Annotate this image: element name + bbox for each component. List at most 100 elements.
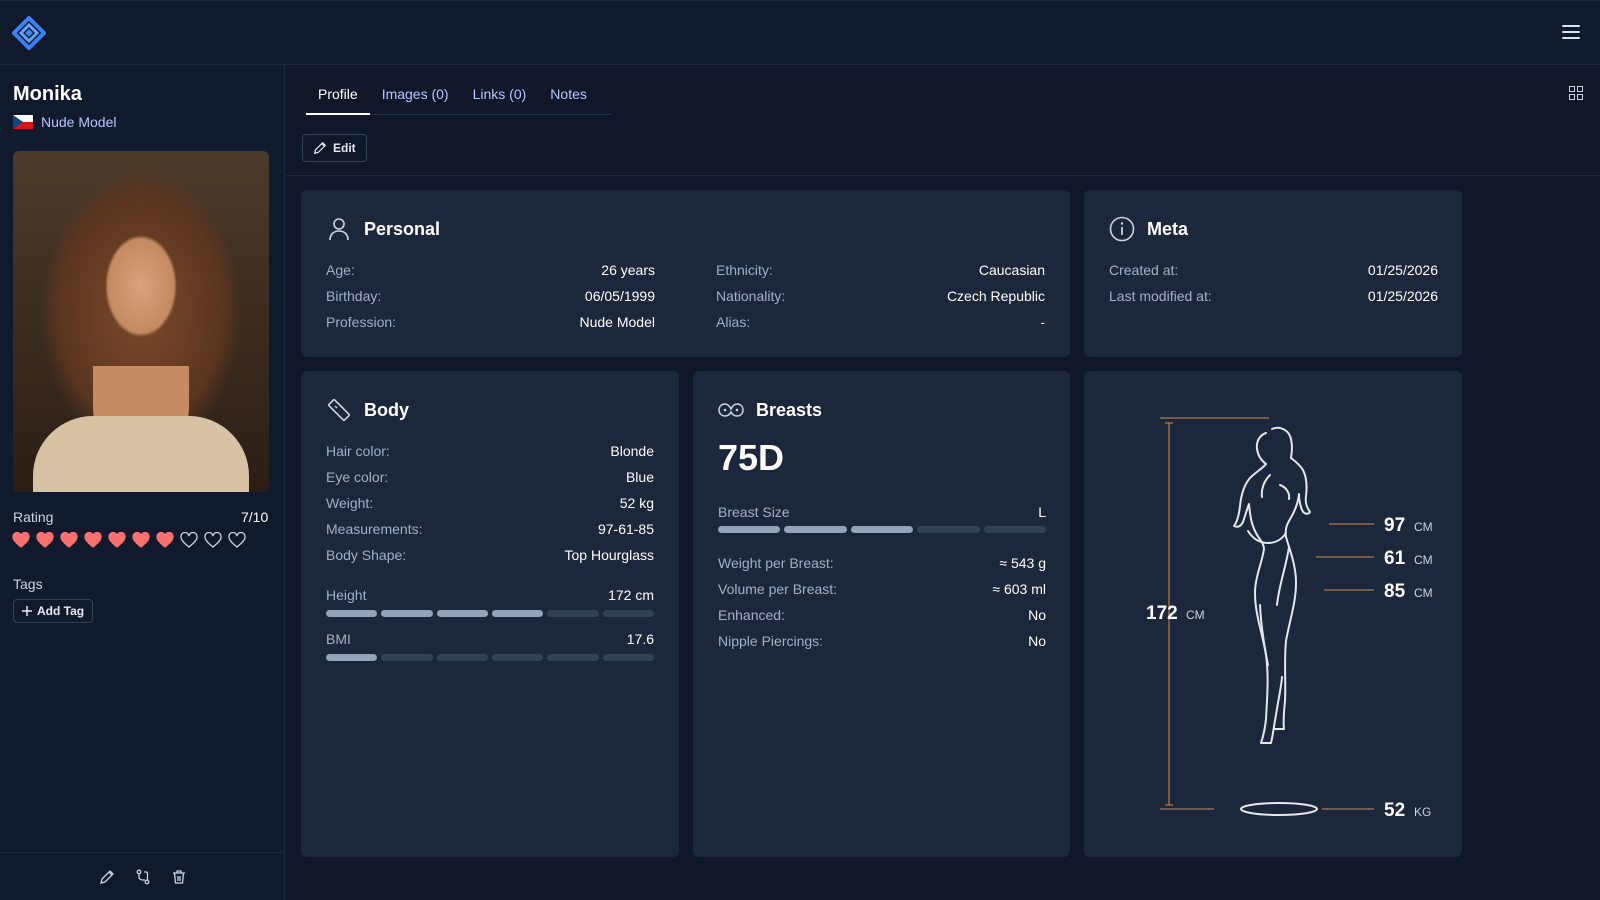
- breast-row: Weight per Breast: ≈ 543 g: [718, 555, 1046, 571]
- personal-title-text: Personal: [364, 218, 441, 239]
- heart-filled-icon[interactable]: [36, 532, 54, 548]
- bmi-segment: [381, 654, 433, 661]
- bmi-row: BMI 17.6: [326, 631, 654, 647]
- pencil-icon[interactable]: [99, 869, 115, 885]
- breasts-title: Breasts: [718, 397, 822, 423]
- meta-row: Created at: 01/25/2026: [1109, 262, 1438, 278]
- profile-name: Monika: [13, 83, 82, 105]
- diamond-logo-icon[interactable]: [12, 16, 46, 50]
- hips-figure-value: 85: [1384, 581, 1406, 602]
- personal-title: Personal: [326, 216, 440, 242]
- bmi-segment: [547, 654, 599, 661]
- body-title: Body: [326, 397, 409, 423]
- body-row: Body Shape: Top Hourglass: [326, 547, 654, 563]
- user-icon: [329, 218, 349, 241]
- height-segment: [491, 610, 544, 617]
- waist-figure-value: 61: [1384, 548, 1406, 569]
- body-key: Eye color:: [326, 469, 389, 485]
- heart-filled-icon[interactable]: [84, 532, 102, 548]
- body-value: Blonde: [610, 443, 654, 459]
- czech-flag-icon: [13, 115, 33, 129]
- grid-view-icon[interactable]: [1569, 86, 1583, 100]
- merge-icon[interactable]: [135, 869, 151, 885]
- add-tag-label: Add Tag: [37, 604, 85, 618]
- meta-title-text: Meta: [1147, 218, 1189, 239]
- bmi-segment: [602, 654, 654, 661]
- bust-figure-unit: CM: [1414, 520, 1433, 534]
- profile-tabs: Profile Images (0) Links (0) Notes: [306, 80, 612, 115]
- breast-row: Volume per Breast: ≈ 603 ml: [718, 581, 1046, 597]
- trash-icon[interactable]: [171, 869, 187, 885]
- height-segment: [381, 610, 433, 617]
- breast-size-bar: [718, 526, 1047, 533]
- breasts-title-text: Breasts: [756, 399, 823, 420]
- bmi-segment: [326, 654, 378, 661]
- personal-row: Nationality: Czech Republic: [716, 288, 1045, 304]
- weight-figure-value: 52: [1384, 800, 1405, 821]
- edit-button[interactable]: Edit: [302, 134, 367, 162]
- bmi-label: BMI: [326, 631, 351, 647]
- personal-row: Profession: Nude Model: [326, 314, 655, 330]
- breast-value: No: [1028, 633, 1046, 649]
- sidebar-actions: [0, 852, 285, 900]
- personal-key: Age:: [326, 262, 355, 278]
- tab-0[interactable]: Profile: [306, 80, 370, 115]
- tab-2[interactable]: Links (0): [461, 80, 539, 115]
- hamburger-icon[interactable]: [1562, 25, 1580, 41]
- meta-key: Last modified at:: [1109, 288, 1212, 304]
- add-tag-button[interactable]: Add Tag: [13, 599, 94, 623]
- heart-filled-icon[interactable]: [132, 532, 150, 548]
- heart-filled-icon[interactable]: [60, 532, 78, 548]
- weight-figure-unit: KG: [1414, 805, 1431, 819]
- breast-size-value: L: [1038, 504, 1046, 520]
- content-divider: [286, 175, 1600, 176]
- sidebar: Monika Nude Model Rating 7/10 Tags Add T…: [0, 65, 285, 900]
- breast-key: Nipple Piercings:: [718, 633, 824, 649]
- heart-outline-icon[interactable]: [228, 532, 246, 548]
- ruler-icon: [328, 399, 350, 421]
- personal-key: Birthday:: [326, 288, 382, 304]
- body-key: Hair color:: [326, 443, 390, 459]
- body-value: Blue: [625, 469, 654, 485]
- personal-key: Profession:: [326, 314, 397, 330]
- breasts-icon: [718, 403, 744, 417]
- personal-key: Alias:: [716, 314, 751, 330]
- profile-photo[interactable]: [13, 151, 269, 492]
- body-figure-diagram: 172 CM 97 CM 61 CM 85 CM 52 KG: [1146, 417, 1433, 821]
- heart-outline-icon[interactable]: [204, 532, 222, 548]
- breast-size-segment: [983, 526, 1047, 533]
- heart-filled-icon[interactable]: [12, 532, 30, 548]
- breast-value: ≈ 543 g: [999, 555, 1046, 571]
- height-value: 172 cm: [608, 587, 654, 603]
- pencil-icon: [313, 141, 327, 155]
- height-figure-unit: CM: [1186, 608, 1205, 622]
- breast-value: ≈ 603 ml: [992, 581, 1046, 597]
- heart-outline-icon[interactable]: [180, 532, 198, 548]
- rating-hearts[interactable]: [12, 532, 246, 548]
- edit-label: Edit: [333, 141, 356, 155]
- breast-value: No: [1028, 607, 1046, 623]
- breast-size-row: Breast Size L: [718, 504, 1046, 520]
- personal-row: Alias: -: [716, 314, 1045, 330]
- meta-card: Meta Created at: 01/25/2026 Last modified …: [1084, 190, 1462, 357]
- breast-size-segment: [917, 526, 980, 533]
- bust-figure-value: 97: [1384, 515, 1405, 536]
- body-row: Weight: 52 kg: [326, 495, 654, 511]
- meta-value: 01/25/2026: [1367, 262, 1438, 278]
- body-value: 52 kg: [619, 495, 654, 511]
- personal-row: Ethnicity: Caucasian: [716, 262, 1045, 278]
- body-row: Measurements: 97-61-85: [326, 521, 654, 537]
- top-bar: [0, 0, 1600, 65]
- tab-1[interactable]: Images (0): [370, 80, 461, 115]
- personal-key: Nationality:: [716, 288, 786, 304]
- heart-filled-icon[interactable]: [108, 532, 126, 548]
- height-segment: [326, 610, 378, 617]
- personal-value: Czech Republic: [946, 288, 1045, 304]
- body-card: Body Hair color: Blonde Eye color: Blue Weig…: [301, 371, 679, 857]
- breast-row: Enhanced: No: [718, 607, 1046, 623]
- meta-title: Meta: [1109, 216, 1188, 242]
- personal-value: 06/05/1999: [584, 288, 655, 304]
- height-bar: [326, 610, 654, 617]
- heart-filled-icon[interactable]: [156, 532, 174, 548]
- tab-3[interactable]: Notes: [538, 80, 599, 115]
